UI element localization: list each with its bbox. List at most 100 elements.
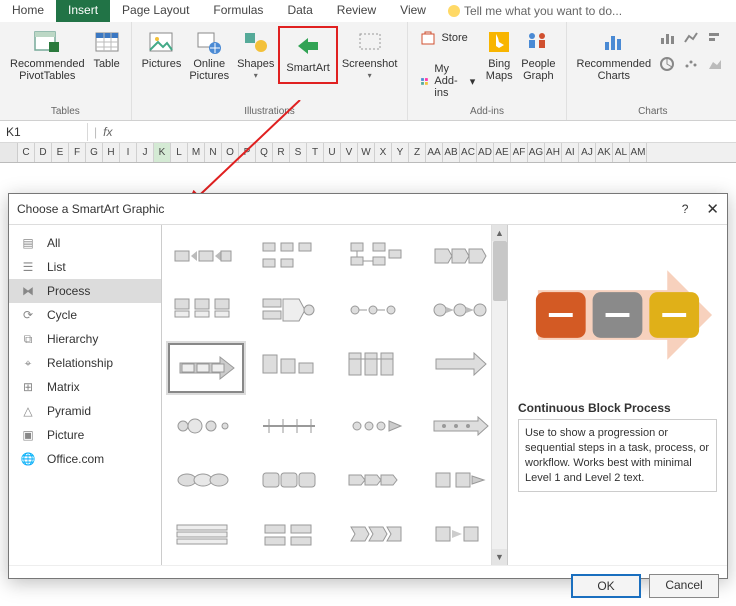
layout-thumbnail[interactable] — [340, 289, 410, 331]
tab-review[interactable]: Review — [325, 0, 388, 22]
column-header[interactable]: K — [154, 143, 171, 162]
layout-thumbnail[interactable] — [168, 343, 244, 393]
scroll-down-icon[interactable]: ▼ — [492, 549, 507, 565]
category-pyramid[interactable]: △Pyramid — [9, 399, 161, 423]
chart-type-icon[interactable] — [659, 56, 675, 72]
column-header[interactable]: M — [188, 143, 205, 162]
category-process[interactable]: ⧓Process — [9, 279, 161, 303]
column-header[interactable]: J — [137, 143, 154, 162]
close-button[interactable]: ✕ — [706, 200, 719, 218]
tab-home[interactable]: Home — [0, 0, 56, 22]
online-pictures-button[interactable]: Online Pictures — [185, 26, 233, 84]
column-header[interactable]: AG — [528, 143, 545, 162]
help-button[interactable]: ? — [682, 202, 689, 216]
chart-type-icon[interactable] — [683, 30, 699, 46]
layout-thumbnail[interactable] — [425, 459, 495, 501]
column-header[interactable]: W — [358, 143, 375, 162]
column-header[interactable]: AK — [596, 143, 613, 162]
smartart-button[interactable]: SmartArt — [282, 30, 333, 76]
layout-thumbnail[interactable] — [254, 343, 324, 385]
column-header[interactable]: H — [103, 143, 120, 162]
column-header[interactable]: AH — [545, 143, 562, 162]
category-list-item[interactable]: ☰List — [9, 255, 161, 279]
layout-thumbnail[interactable] — [340, 513, 410, 555]
select-all-corner[interactable] — [0, 143, 18, 162]
column-header[interactable]: AC — [460, 143, 477, 162]
recommended-pivottables-button[interactable]: Recommended PivotTables — [6, 26, 89, 84]
layout-thumbnail[interactable] — [340, 405, 410, 447]
column-header[interactable]: AF — [511, 143, 528, 162]
column-header[interactable]: D — [35, 143, 52, 162]
recommended-charts-button[interactable]: Recommended Charts — [573, 26, 656, 84]
my-addins-button[interactable]: My Add-ins ▾ — [420, 63, 475, 99]
layout-thumbnail[interactable] — [254, 235, 324, 277]
layout-thumbnail[interactable] — [168, 235, 238, 277]
chart-type-icon[interactable] — [707, 30, 723, 46]
column-header[interactable]: E — [52, 143, 69, 162]
layout-thumbnail[interactable] — [425, 405, 495, 447]
category-officecom[interactable]: 🌐Office.com — [9, 447, 161, 471]
column-header[interactable]: AE — [494, 143, 511, 162]
column-header[interactable]: AI — [562, 143, 579, 162]
layout-thumbnail[interactable] — [340, 459, 410, 501]
layout-thumbnail[interactable] — [168, 459, 238, 501]
layout-thumbnail[interactable] — [254, 289, 324, 331]
category-cycle[interactable]: ⟳Cycle — [9, 303, 161, 327]
category-matrix[interactable]: ⊞Matrix — [9, 375, 161, 399]
column-header[interactable]: S — [290, 143, 307, 162]
pictures-button[interactable]: Pictures — [138, 26, 186, 84]
column-header[interactable]: X — [375, 143, 392, 162]
category-relationship[interactable]: ⌖Relationship — [9, 351, 161, 375]
category-hierarchy[interactable]: ⧉Hierarchy — [9, 327, 161, 351]
column-header[interactable]: N — [205, 143, 222, 162]
column-header[interactable]: AM — [630, 143, 647, 162]
name-box[interactable]: K1 — [0, 123, 88, 141]
column-header[interactable]: P — [239, 143, 256, 162]
layout-thumbnail[interactable] — [425, 513, 495, 555]
scrollbar[interactable]: ▲ ▼ — [491, 225, 507, 565]
tell-me[interactable]: Tell me what you want to do... — [438, 0, 622, 22]
layout-thumbnail[interactable] — [254, 405, 324, 447]
screenshot-button[interactable]: Screenshot ▾ — [338, 26, 402, 84]
layout-thumbnail[interactable] — [425, 343, 495, 385]
layout-thumbnail[interactable] — [340, 235, 410, 277]
shapes-button[interactable]: Shapes ▾ — [233, 26, 278, 84]
people-graph-button[interactable]: People Graph — [517, 26, 559, 103]
column-header[interactable]: Z — [409, 143, 426, 162]
chart-type-icon[interactable] — [707, 56, 723, 72]
layout-thumbnail[interactable] — [340, 343, 410, 385]
layout-thumbnail[interactable] — [168, 289, 238, 331]
column-header[interactable]: O — [222, 143, 239, 162]
column-header[interactable]: I — [120, 143, 137, 162]
layout-thumbnail[interactable] — [254, 513, 324, 555]
column-header[interactable]: AJ — [579, 143, 596, 162]
column-header[interactable]: AA — [426, 143, 443, 162]
bing-maps-button[interactable]: Bing Maps — [481, 26, 517, 103]
chart-type-icon[interactable] — [659, 30, 675, 46]
chart-type-icon[interactable] — [683, 56, 699, 72]
column-header[interactable]: AB — [443, 143, 460, 162]
layout-thumbnail[interactable] — [425, 235, 495, 277]
column-header[interactable]: C — [18, 143, 35, 162]
layout-thumbnail[interactable] — [254, 459, 324, 501]
scroll-thumb[interactable] — [493, 241, 507, 301]
column-header[interactable]: G — [86, 143, 103, 162]
column-header[interactable]: F — [69, 143, 86, 162]
fx-icon[interactable]: fx — [103, 125, 112, 139]
column-header[interactable]: V — [341, 143, 358, 162]
category-all[interactable]: ▤All — [9, 231, 161, 255]
scroll-up-icon[interactable]: ▲ — [492, 225, 507, 241]
column-header[interactable]: T — [307, 143, 324, 162]
tab-formulas[interactable]: Formulas — [201, 0, 275, 22]
column-header[interactable]: AL — [613, 143, 630, 162]
column-header[interactable]: AD — [477, 143, 494, 162]
layout-thumbnail[interactable] — [168, 405, 238, 447]
store-button[interactable]: Store — [420, 30, 467, 46]
table-button[interactable]: Table — [89, 26, 125, 84]
category-picture[interactable]: ▣Picture — [9, 423, 161, 447]
column-header[interactable]: Q — [256, 143, 273, 162]
tab-view[interactable]: View — [388, 0, 438, 22]
column-header[interactable]: R — [273, 143, 290, 162]
cancel-button[interactable]: Cancel — [649, 574, 719, 598]
ok-button[interactable]: OK — [571, 574, 641, 598]
